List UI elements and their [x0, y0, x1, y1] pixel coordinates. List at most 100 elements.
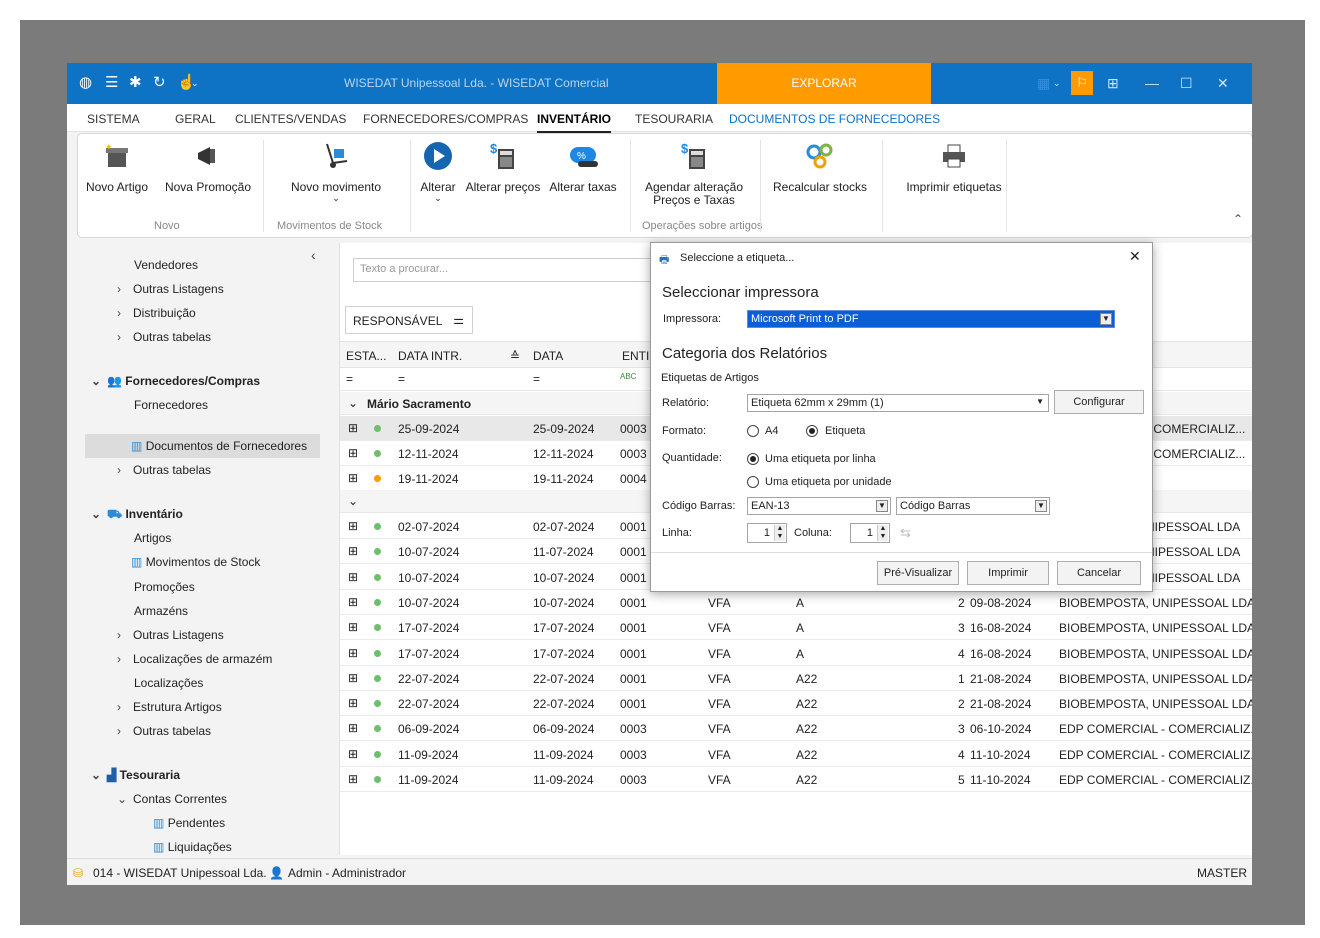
table-row[interactable]: ⊞ 11-09-2024 11-09-2024 0003 VFA A22 4 11-10-20… [340, 742, 1252, 767]
new-article-button[interactable]: ✦ Novo Artigo [78, 134, 156, 194]
expand-row-icon[interactable]: ⊞ [348, 421, 358, 435]
sidebar-item-distribuicao[interactable]: › Distribuição [117, 306, 196, 320]
expand-row-icon[interactable]: ⊞ [348, 671, 358, 685]
sidebar-item-localizacoes-armazem[interactable]: › Localizações de armazém [117, 652, 272, 666]
sidebar-section-tesouraria[interactable]: ⌄ ▟ Tesouraria [91, 768, 180, 782]
menu-documentos-fornecedores[interactable]: DOCUMENTOS DE FORNECEDORES [729, 112, 940, 126]
expand-row-icon[interactable]: ⊞ [348, 696, 358, 710]
database-icon[interactable]: ☰ [105, 75, 118, 91]
collapse-sidebar-icon[interactable]: ‹ [311, 247, 316, 263]
sidebar-section-fornecedores[interactable]: ⌄ 👥 Fornecedores/Compras [91, 374, 260, 388]
sidebar-item-contas-correntes[interactable]: ⌄ Contas Correntes [117, 792, 227, 806]
menu-inventario[interactable]: INVENTÁRIO [537, 112, 612, 133]
filter-icon[interactable]: ⚌ [453, 313, 464, 327]
sidebar-item-localizacoes[interactable]: Localizações [134, 676, 203, 690]
refresh-icon[interactable]: ↻ [153, 75, 166, 91]
dialog-close-button[interactable]: ✕ [1129, 248, 1141, 265]
chevron-down-icon[interactable]: ⌄ [348, 494, 358, 508]
table-row[interactable]: ⊞ 11-09-2024 11-09-2024 0003 VFA A22 5 11-10-20… [340, 767, 1252, 792]
chevron-down-icon[interactable]: ▼ [1100, 313, 1112, 325]
sort-icon[interactable]: ≙ [510, 349, 520, 363]
agendar-alteracao-button[interactable]: $ Agendar alteração Preços e Taxas [644, 134, 744, 207]
column-header-data-intr[interactable]: DATA INTR. [398, 349, 462, 363]
sidebar-item-outras-listagens-2[interactable]: › Outras Listagens [117, 628, 224, 642]
apps-grid-icon[interactable]: ▦ [1037, 75, 1050, 91]
new-promotion-button[interactable]: Nova Promoção [164, 134, 252, 194]
sidebar-item-vendedores[interactable]: Vendedores [134, 258, 198, 272]
chevron-down-icon[interactable]: ▼ [1035, 500, 1047, 512]
sidebar-item-outras-tabelas-2[interactable]: › Outras tabelas [117, 463, 211, 477]
sidebar-item-promocoes[interactable]: Promoções [134, 580, 195, 594]
printer-select[interactable]: Microsoft Print to PDF ▼ [747, 310, 1115, 328]
menu-clientes-vendas[interactable]: CLIENTES/VENDAS [235, 112, 346, 126]
expand-row-icon[interactable]: ⊞ [348, 772, 358, 786]
format-a4-radio[interactable] [747, 425, 759, 437]
expand-row-icon[interactable]: ⊞ [348, 519, 358, 533]
collapse-ribbon-icon[interactable]: ⌃ [1233, 212, 1243, 226]
barcode-field-select[interactable]: Código Barras ▼ [896, 497, 1050, 515]
expand-row-icon[interactable]: ⊞ [348, 620, 358, 634]
chevron-down-icon[interactable]: ⌄ [191, 75, 199, 91]
expand-row-icon[interactable]: ⊞ [348, 747, 358, 761]
line-stepper[interactable]: 1 ▲ ▼ [747, 523, 787, 543]
sidebar-item-movimentos[interactable]: ▥ Movimentos de Stock [131, 555, 260, 569]
column-header-data[interactable]: DATA [533, 349, 563, 363]
new-movement-button[interactable]: Novo movimento ⌄ [278, 134, 394, 203]
recalcular-stocks-button[interactable]: Recalcular stocks [768, 134, 872, 194]
explore-button[interactable]: EXPLORAR [717, 63, 931, 104]
sidebar-item-estrutura-artigos[interactable]: › Estrutura Artigos [117, 700, 222, 714]
expand-row-icon[interactable]: ⊞ [348, 595, 358, 609]
column-stepper[interactable]: 1 ▲ ▼ [850, 523, 890, 543]
sidebar-section-inventario[interactable]: ⌄ ⛟ Inventário [91, 507, 183, 523]
window-layout-icon[interactable]: ⊞ [1107, 75, 1119, 91]
report-select[interactable]: Etiqueta 62mm x 29mm (1) ▼ [747, 394, 1049, 412]
sidebar-item-outras-tabelas-3[interactable]: › Outras tabelas [117, 724, 211, 738]
sidebar-item-artigos[interactable]: Artigos [134, 531, 171, 545]
menu-sistema[interactable]: SISTEMA [87, 112, 140, 126]
format-etiqueta-radio[interactable] [806, 425, 818, 437]
filter-abc-icon[interactable]: ABC [620, 372, 636, 381]
close-button[interactable]: ✕ [1217, 75, 1229, 91]
sidebar-item-liquidacoes[interactable]: ▥ Liquidações [153, 840, 232, 854]
app-logo-icon[interactable]: ◍ [79, 75, 92, 91]
maximize-button[interactable]: ☐ [1180, 75, 1193, 91]
search-input[interactable]: Texto a procurar... [353, 258, 653, 282]
filter-equals-icon[interactable]: = [346, 372, 353, 386]
expand-row-icon[interactable]: ⊞ [348, 471, 358, 485]
stepper-arrows-icon[interactable]: ▲ ▼ [877, 525, 888, 541]
sidebar-item-armazens[interactable]: Armazéns [134, 604, 188, 618]
column-header-estado[interactable]: ESTA... [346, 349, 386, 363]
group-by-chip[interactable]: RESPONSÁVEL ⚌ [345, 306, 473, 334]
flag-icon[interactable]: ⚐ [1071, 71, 1093, 95]
qty-per-unit-radio[interactable] [747, 476, 759, 488]
filter-equals-icon[interactable]: = [533, 372, 540, 386]
table-row[interactable]: ⊞ 10-07-2024 10-07-2024 0001 VFA A 2 09-08-2024… [340, 590, 1252, 615]
expand-row-icon[interactable]: ⊞ [348, 721, 358, 735]
gear-icon[interactable]: ✱ [129, 75, 142, 91]
alterar-button[interactable]: Alterar ⌄ [416, 134, 460, 203]
chevron-down-icon[interactable]: ⌄ [348, 396, 358, 410]
chevron-down-icon[interactable]: ▼ [876, 500, 888, 512]
qty-per-line-radio[interactable] [747, 453, 759, 465]
expand-row-icon[interactable]: ⊞ [348, 446, 358, 460]
sidebar-item-pendentes[interactable]: ▥ Pendentes [153, 816, 225, 830]
table-row[interactable]: ⊞ 22-07-2024 22-07-2024 0001 VFA A22 2 21-08-20… [340, 691, 1252, 717]
configure-button[interactable]: Configurar [1054, 390, 1144, 414]
chevron-down-icon[interactable]: ▼ [1036, 397, 1044, 406]
alterar-taxas-button[interactable]: % Alterar taxas [548, 134, 618, 194]
sidebar-item-fornecedores[interactable]: Fornecedores [134, 398, 208, 412]
preview-button[interactable]: Pré-Visualizar [877, 561, 959, 585]
chevron-down-icon[interactable]: ⌄ [1053, 75, 1061, 91]
expand-row-icon[interactable]: ⊞ [348, 544, 358, 558]
sidebar-item-outras-listagens[interactable]: › Outras Listagens [117, 282, 224, 296]
sidebar-item-outras-tabelas[interactable]: › Outras tabelas [117, 330, 211, 344]
print-button[interactable]: Imprimir [967, 561, 1049, 585]
menu-geral[interactable]: GERAL [175, 112, 216, 126]
barcode-type-select[interactable]: EAN-13 ▼ [747, 497, 891, 515]
cancel-button[interactable]: Cancelar [1057, 561, 1141, 585]
sidebar-item-documentos-fornecedores[interactable]: ▥ Documentos de Fornecedores [131, 439, 307, 453]
expand-row-icon[interactable]: ⊞ [348, 570, 358, 584]
table-row[interactable]: ⊞ 22-07-2024 22-07-2024 0001 VFA A22 1 21-08-20… [340, 666, 1252, 691]
menu-fornecedores-compras[interactable]: FORNECEDORES/COMPRAS [363, 112, 528, 126]
imprimir-etiquetas-button[interactable]: Imprimir etiquetas [892, 134, 1016, 194]
